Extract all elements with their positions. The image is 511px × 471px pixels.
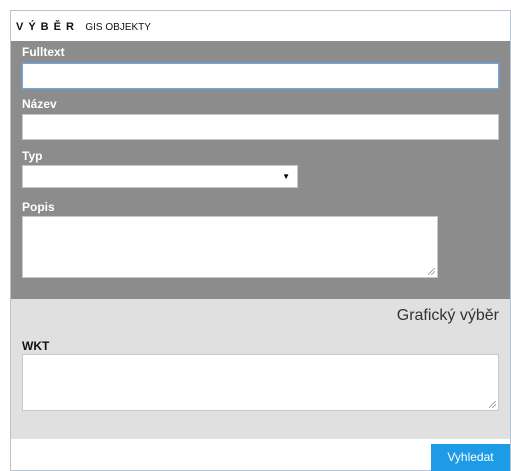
fulltext-input[interactable] (22, 63, 499, 89)
wkt-label: WKT (22, 339, 50, 353)
typ-label: Typ (22, 149, 43, 163)
search-button[interactable]: Vyhledat (431, 444, 510, 471)
nazev-label: Název (22, 97, 57, 111)
attribute-filter-section: Fulltext Název Typ ▼ Popis (11, 41, 510, 299)
resize-grip-icon[interactable] (428, 268, 435, 275)
fulltext-label: Fulltext (22, 45, 65, 59)
panel-title: VÝBĚR (16, 21, 79, 33)
wkt-textarea[interactable] (22, 354, 499, 411)
panel-header: VÝBĚR GIS OBJEKTY (11, 11, 510, 41)
graphic-selection-title: Grafický výběr (396, 307, 499, 324)
typ-select[interactable]: ▼ (22, 165, 298, 188)
graphic-selection-section: Grafický výběr WKT (11, 299, 510, 439)
resize-grip-icon[interactable] (489, 401, 496, 408)
nazev-input[interactable] (22, 114, 499, 140)
popis-textarea[interactable] (22, 216, 438, 278)
popis-label: Popis (22, 200, 55, 214)
search-panel: VÝBĚR GIS OBJEKTY Fulltext Název Typ ▼ P… (10, 10, 511, 471)
panel-subtitle: GIS OBJEKTY (85, 22, 151, 33)
dropdown-arrow-icon: ▼ (282, 172, 290, 181)
